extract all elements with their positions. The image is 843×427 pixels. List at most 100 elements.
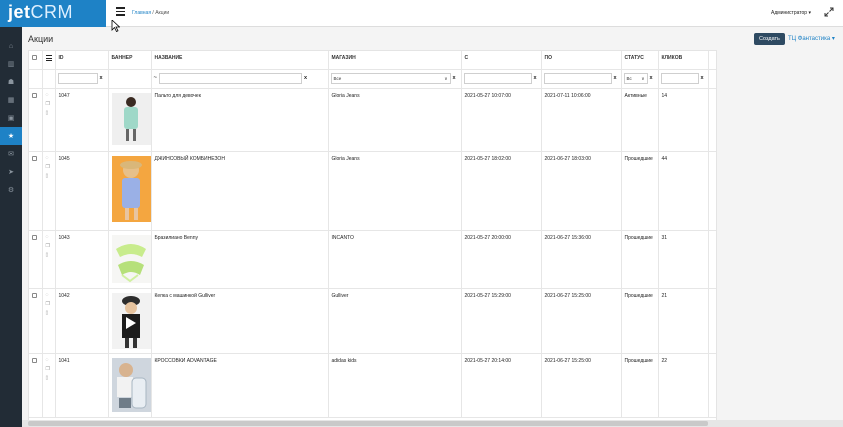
logo-part2: CRM [30,2,74,22]
column-header-clicks[interactable]: Кликов [658,51,709,70]
grid-icon[interactable]: ▦ [0,91,22,109]
view-icon[interactable]: ◌ [46,92,51,98]
row-status: Прошедшие [621,353,659,418]
row-checkbox[interactable] [32,155,37,161]
row-to: 2021-06-27 18:03:00 [541,151,622,231]
top-bar: Главная / Акции Администратор ▾ [106,0,843,32]
columns-menu-icon[interactable] [45,55,52,63]
filter-from-input[interactable] [463,72,532,84]
breadcrumb-home-link[interactable]: Главная [132,10,151,16]
row-select-cell [29,353,43,418]
column-header-from[interactable]: С [461,51,542,70]
filter-status-clear-icon[interactable]: x [650,75,653,81]
row-banner-cell [108,88,152,152]
row-name[interactable]: Кепка с машинкой Gulliver [151,288,329,354]
banner-image[interactable] [111,155,151,222]
row-name[interactable]: Бразилиано Benny [151,230,329,289]
users-icon[interactable]: ☗ [0,73,22,91]
filter-name-operator[interactable]: ~ [154,75,158,81]
row-name[interactable]: КРОССОВКИ ADVANTAGE [151,353,329,418]
view-icon[interactable]: ◌ [46,292,51,298]
delete-icon[interactable]: ▯ [46,173,51,179]
table-row[interactable]: ◌ ❐ ▯ 1045 ДЖИНСОВЫЙ КОМБИНЕЗОН Gloria J… [29,151,716,231]
row-checkbox[interactable] [32,92,37,98]
filter-status-select[interactable]: Вс ∨ [623,72,648,84]
select-all-checkbox[interactable] [32,55,37,60]
copy-icon[interactable]: ❐ [46,164,51,170]
row-checkbox[interactable] [32,234,37,240]
row-checkbox[interactable] [32,292,37,298]
row-actions-cell: ◌ ❐ ▯ [42,151,56,231]
row-select-cell [29,88,43,152]
filter-clicks-clear-icon[interactable]: x [701,75,704,81]
filter-name-clear-icon[interactable]: x [304,75,307,81]
filter-from-clear-icon[interactable]: x [534,75,537,81]
user-menu[interactable]: Администратор ▾ [771,10,811,16]
gift-icon[interactable]: ▣ [0,109,22,127]
chart-icon[interactable]: ▥ [0,55,22,73]
mall-selector[interactable]: ТЦ Фантастика ▾ [788,35,835,42]
create-button[interactable]: Создать [754,33,785,45]
user-name: Администратор [771,10,808,16]
filter-to-input[interactable] [543,72,612,84]
copy-icon[interactable]: ❐ [46,366,51,372]
row-name[interactable]: Пальто для девочек [151,88,329,152]
view-icon[interactable]: ◌ [46,357,51,363]
view-icon[interactable]: ◌ [46,155,51,161]
delete-icon[interactable]: ▯ [46,110,51,116]
column-header-shop[interactable]: Магазин [328,51,462,70]
table-row[interactable]: ◌ ❐ ▯ 1043 Бразилиано Benny INCANTO 2021… [29,230,716,289]
fullscreen-icon[interactable] [824,7,834,17]
copy-icon[interactable]: ❐ [46,101,51,107]
banner-image[interactable] [111,92,151,145]
filter-shop-clear-icon[interactable]: x [453,75,456,81]
table-row[interactable]: ◌ ❐ ▯ 1042 Кепка с машинкой Gulliver Gul… [29,288,716,354]
column-header-name[interactable]: Название [151,51,329,70]
filter-cell-shop: Все ∨ x [328,69,462,89]
row-id: 1045 [55,151,109,231]
delete-icon[interactable]: ▯ [46,375,51,381]
column-header-id[interactable]: ID [55,51,109,70]
mail-icon[interactable]: ✉ [0,145,22,163]
star-icon[interactable]: ★ [0,127,22,145]
promotions-table: ID Баннер Название Магазин С По Статус К… [28,50,717,427]
row-status: Прошедшие [621,230,659,289]
delete-icon[interactable]: ▯ [46,252,51,258]
row-clicks: 31 [658,230,709,289]
bank-icon[interactable]: ⌂ [0,37,22,55]
filter-name-input[interactable] [159,72,303,84]
table-row[interactable]: ◌ ❐ ▯ 1047 Пальто для девочек Gloria Jea… [29,88,716,152]
row-id: 1043 [55,230,109,289]
row-shop: Gloria Jeans [328,151,462,231]
row-shop: Gloria Jeans [328,88,462,152]
row-checkbox[interactable] [32,357,37,363]
row-name[interactable]: ДЖИНСОВЫЙ КОМБИНЕЗОН [151,151,329,231]
delete-icon[interactable]: ▯ [46,310,51,316]
banner-image[interactable] [111,357,151,412]
filter-id-input[interactable] [57,72,98,84]
filter-clicks-input[interactable] [660,72,699,84]
column-header-status[interactable]: Статус [621,51,659,70]
app-logo[interactable]: jetCRM [0,0,106,27]
filter-to-clear-icon[interactable]: x [614,75,617,81]
horizontal-scrollbar[interactable] [22,420,843,427]
banner-image[interactable] [111,292,151,349]
gears-icon[interactable]: ⚙ [0,181,22,199]
filter-id-clear-icon[interactable]: x [100,75,103,81]
filter-shop-value: Все [333,75,342,81]
scrollbar-thumb[interactable] [28,421,708,426]
row-select-cell [29,151,43,231]
copy-icon[interactable]: ❐ [46,301,51,307]
logo-part1: jet [8,2,31,22]
send-icon[interactable]: ➤ [0,163,22,181]
table-row[interactable]: ◌ ❐ ▯ 1041 КРОССОВКИ ADVANTAGE adidas ki… [29,353,716,418]
copy-icon[interactable]: ❐ [46,243,51,249]
row-from: 2021-05-27 20:00:00 [461,230,542,289]
menu-toggle-icon[interactable] [116,7,125,16]
view-icon[interactable]: ◌ [46,234,51,240]
row-to: 2021-06-27 15:36:00 [541,230,622,289]
filter-cell-name: ~ x [151,69,329,89]
filter-shop-select[interactable]: Все ∨ [330,72,451,84]
column-header-to[interactable]: По [541,51,622,70]
banner-image[interactable] [111,234,151,283]
